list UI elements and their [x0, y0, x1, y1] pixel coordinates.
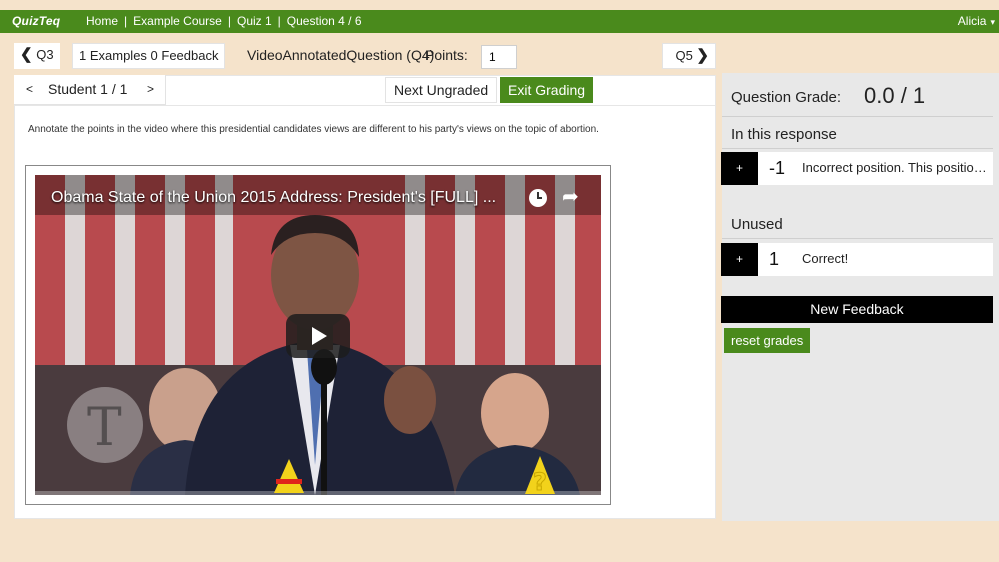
in-response-heading: In this response	[731, 126, 837, 143]
top-nav-bar: QuizTeq Home | Example Course | Quiz 1 | Quest…	[0, 10, 999, 33]
nav-course-link[interactable]: Example Course	[133, 14, 222, 28]
chevron-right-icon: ❯	[696, 47, 709, 64]
breadcrumb-separator: |	[227, 14, 231, 28]
question-mark-icon: ?	[533, 468, 547, 494]
student-label: Student 1 / 1	[48, 81, 128, 97]
unused-heading: Unused	[731, 216, 783, 233]
nav-question-link[interactable]: Question 4 / 6	[287, 14, 362, 28]
svg-text:T: T	[87, 398, 122, 458]
new-feedback-button[interactable]: New Feedback	[721, 296, 993, 323]
feedback-text[interactable]: Incorrect position. This position...	[802, 160, 990, 175]
next-student-button[interactable]: >	[147, 82, 154, 96]
next-question-label: Q5	[675, 48, 693, 63]
feedback-score: 1	[769, 249, 780, 269]
points-input[interactable]: 1	[481, 45, 517, 69]
feedback-score: -1	[769, 158, 786, 178]
feedback-row-unused: + 1 Correct!	[721, 243, 993, 276]
question-title: VideoAnnotatedQuestion (Q4)	[247, 47, 435, 63]
share-icon[interactable]: ➦	[562, 187, 579, 207]
breadcrumb-separator: |	[124, 14, 128, 28]
app-logo[interactable]: QuizTeq	[12, 14, 60, 28]
feedback-row-applied: + -1 Incorrect position. This position..…	[721, 152, 993, 185]
chevron-down-icon: ▾	[990, 17, 995, 27]
user-name: Alicia	[957, 14, 987, 28]
apply-feedback-button[interactable]: +	[721, 152, 758, 185]
apply-feedback-button[interactable]: +	[721, 243, 758, 276]
points-value: 1	[489, 50, 496, 64]
next-ungraded-button[interactable]: Next Ungraded	[385, 77, 498, 103]
points-label: Points:	[425, 47, 468, 63]
breadcrumb: Home | Example Course | Quiz 1 | Question 4 / …	[86, 14, 362, 28]
play-button[interactable]	[286, 314, 350, 358]
question-grade-value: 0.0 / 1	[864, 83, 926, 108]
watch-later-icon[interactable]	[529, 189, 547, 207]
chevron-left-icon: ❮	[20, 46, 33, 63]
video-player[interactable]: T Obama State of the Union 2015 Address:…	[35, 175, 601, 495]
nav-home-link[interactable]: Home	[86, 14, 118, 28]
student-navigator: < Student 1 / 1 >	[14, 75, 166, 105]
annotation-marker-incorrect[interactable]	[274, 459, 304, 493]
prev-question-label: Q3	[36, 47, 54, 62]
nav-quiz-link[interactable]: Quiz 1	[237, 14, 272, 28]
prev-question-button[interactable]: ❮ Q3	[14, 43, 60, 69]
annotation-marker-question[interactable]: ?	[525, 456, 555, 494]
divider	[722, 238, 993, 239]
divider	[722, 148, 993, 149]
next-question-button[interactable]: Q5 ❯	[662, 43, 716, 69]
video-title[interactable]: Obama State of the Union 2015 Address: P…	[51, 189, 496, 207]
divider	[14, 105, 716, 106]
feedback-text[interactable]: Correct!	[802, 251, 990, 266]
user-menu[interactable]: Alicia ▾	[958, 14, 995, 28]
breadcrumb-separator: |	[277, 14, 281, 28]
divider	[722, 116, 993, 117]
reset-grades-button[interactable]: reset grades	[724, 328, 811, 353]
prev-student-button[interactable]: <	[26, 82, 33, 96]
question-prompt: Annotate the points in the video where t…	[28, 124, 599, 135]
examples-feedback-button[interactable]: 1 Examples 0 Feedback	[72, 43, 226, 69]
exit-grading-button[interactable]: Exit Grading	[500, 77, 594, 103]
question-grade-label: Question Grade:	[731, 89, 842, 106]
